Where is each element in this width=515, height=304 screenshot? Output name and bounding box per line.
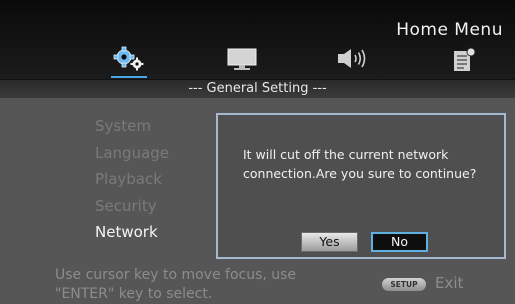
settings-menu: System Language Playback Security Networ… — [95, 113, 169, 246]
menu-item-system[interactable]: System — [95, 113, 169, 140]
tab-general-setting[interactable] — [111, 46, 147, 78]
home-menu-title: Home Menu — [396, 20, 503, 40]
exit-label: Exit — [435, 274, 464, 292]
document-icon — [454, 47, 476, 71]
yes-button[interactable]: Yes — [301, 232, 358, 252]
menu-item-network[interactable]: Network — [95, 219, 169, 246]
section-header: --- General Setting --- — [0, 79, 515, 98]
tab-audio-setting[interactable] — [336, 46, 370, 74]
setup-button-icon[interactable]: SETUP — [382, 278, 426, 291]
dialog-message: It will cut off the current network conn… — [243, 147, 477, 181]
menu-item-security[interactable]: Security — [95, 193, 169, 220]
top-bar: Home Menu — [0, 0, 515, 80]
menu-item-playback[interactable]: Playback — [95, 166, 169, 193]
gear-icon — [113, 46, 144, 71]
speaker-icon — [338, 49, 366, 68]
tab-display-setting[interactable] — [226, 46, 258, 74]
section-title: --- General Setting --- — [188, 81, 327, 96]
confirm-dialog: It will cut off the current network conn… — [216, 113, 506, 259]
tab-information[interactable] — [450, 46, 478, 74]
navigation-hint: Use cursor key to move focus, use "ENTER… — [55, 267, 297, 302]
no-button[interactable]: No — [371, 232, 428, 252]
menu-item-language[interactable]: Language — [95, 140, 169, 167]
monitor-icon — [227, 48, 257, 70]
selected-tab-indicator — [111, 76, 147, 78]
